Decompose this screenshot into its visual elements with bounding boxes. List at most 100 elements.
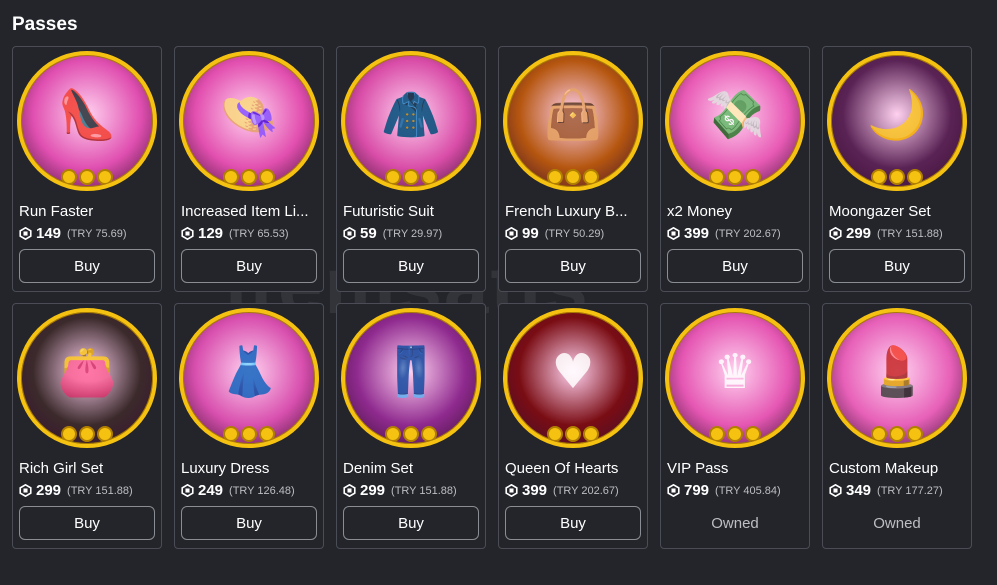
pass-name[interactable]: Futuristic Suit xyxy=(343,203,481,220)
pass-glyph: 👒 xyxy=(219,87,279,143)
makeup-face-icon[interactable]: 💄 xyxy=(827,308,967,448)
passes-grid: 👠 Run Faster 149 (TRY 75.69) Buy 👒 Increased I… xyxy=(12,46,972,549)
pass-name[interactable]: Rich Girl Set xyxy=(19,460,157,477)
pass-name[interactable]: Moongazer Set xyxy=(829,203,967,220)
pass-glyph: 👜 xyxy=(543,87,603,143)
robux-price: 299 xyxy=(360,482,386,499)
high-heel-icon[interactable]: 👠 xyxy=(17,51,157,191)
pass-name[interactable]: x2 Money xyxy=(667,203,805,220)
buy-button[interactable]: Buy xyxy=(343,506,479,540)
coin-badge-icon xyxy=(223,426,275,442)
pass-glyph: 👗 xyxy=(219,344,279,400)
local-price: (TRY 202.67) xyxy=(553,484,619,497)
buy-button[interactable]: Buy xyxy=(19,249,155,283)
hat-shirt-icon[interactable]: 👒 xyxy=(179,51,319,191)
pass-card[interactable]: 💄 Custom Makeup 349 (TRY 177.27) Owned xyxy=(822,303,972,549)
buy-button[interactable]: Buy xyxy=(343,249,479,283)
pass-name[interactable]: Run Faster xyxy=(19,203,157,220)
buy-button[interactable]: Buy xyxy=(667,249,803,283)
coin-icon xyxy=(745,169,761,185)
pass-name[interactable]: Custom Makeup xyxy=(829,460,967,477)
robux-price: 399 xyxy=(522,482,548,499)
robux-icon xyxy=(181,227,194,240)
coin-icon xyxy=(385,169,401,185)
pass-card[interactable]: 👖 Denim Set 299 (TRY 151.88) Buy xyxy=(336,303,486,549)
pass-card[interactable]: ♥ Queen Of Hearts 399 (TRY 202.67) Buy xyxy=(498,303,648,549)
coin-icon xyxy=(97,426,113,442)
pass-glyph: 💸 xyxy=(705,87,765,143)
suit-icon[interactable]: 🧥 xyxy=(341,51,481,191)
pass-card[interactable]: 👜 French Luxury B... 99 (TRY 50.29) Buy xyxy=(498,46,648,292)
pass-name[interactable]: Increased Item Li... xyxy=(181,203,319,220)
price-row: 799 (TRY 405.84) xyxy=(667,482,781,499)
buy-button[interactable]: Buy xyxy=(505,249,641,283)
coin-icon xyxy=(259,169,275,185)
coin-badge-icon xyxy=(61,169,113,185)
robux-icon xyxy=(19,227,32,240)
coin-badge-icon xyxy=(547,169,599,185)
robux-icon xyxy=(181,484,194,497)
robux-icon xyxy=(19,484,32,497)
coin-icon xyxy=(421,426,437,442)
coin-icon xyxy=(259,426,275,442)
vip-crown-icon[interactable]: ♛ xyxy=(665,308,805,448)
coin-icon xyxy=(403,169,419,185)
robux-icon xyxy=(505,484,518,497)
coin-icon xyxy=(547,169,563,185)
pass-glyph: 👠 xyxy=(57,87,117,143)
rich-outfit-icon[interactable]: 👛 xyxy=(17,308,157,448)
pass-card[interactable]: 🌙 Moongazer Set 299 (TRY 151.88) Buy xyxy=(822,46,972,292)
pass-name[interactable]: Denim Set xyxy=(343,460,481,477)
buy-button[interactable]: Buy xyxy=(829,249,965,283)
dress-icon[interactable]: 👗 xyxy=(179,308,319,448)
coin-badge-icon xyxy=(61,426,113,442)
coin-badge-icon xyxy=(547,426,599,442)
robux-icon xyxy=(829,227,842,240)
buy-button[interactable]: Buy xyxy=(181,506,317,540)
handbag-icon[interactable]: 👜 xyxy=(503,51,643,191)
robux-price: 99 xyxy=(522,225,539,242)
robux-price: 799 xyxy=(684,482,710,499)
coin-icon xyxy=(79,426,95,442)
buy-button[interactable]: Buy xyxy=(19,506,155,540)
robux-icon xyxy=(829,484,842,497)
coin-icon xyxy=(907,426,923,442)
robux-icon xyxy=(667,227,680,240)
coin-icon xyxy=(565,169,581,185)
coin-icon xyxy=(79,169,95,185)
price-row: 99 (TRY 50.29) xyxy=(505,225,604,242)
pass-name[interactable]: VIP Pass xyxy=(667,460,805,477)
coin-badge-icon xyxy=(385,426,437,442)
pass-card[interactable]: 👗 Luxury Dress 249 (TRY 126.48) Buy xyxy=(174,303,324,549)
buy-button[interactable]: Buy xyxy=(181,249,317,283)
pass-name[interactable]: Queen Of Hearts xyxy=(505,460,643,477)
price-row: 129 (TRY 65.53) xyxy=(181,225,289,242)
buy-button[interactable]: Buy xyxy=(505,506,641,540)
pass-card[interactable]: 👒 Increased Item Li... 129 (TRY 65.53) Buy xyxy=(174,46,324,292)
pass-glyph: 👛 xyxy=(57,344,117,400)
coin-icon xyxy=(583,426,599,442)
pass-name[interactable]: Luxury Dress xyxy=(181,460,319,477)
pass-name[interactable]: French Luxury B... xyxy=(505,203,643,220)
money-icon[interactable]: 💸 xyxy=(665,51,805,191)
local-price: (TRY 126.48) xyxy=(229,484,295,497)
pass-card[interactable]: 👛 Rich Girl Set 299 (TRY 151.88) Buy xyxy=(12,303,162,549)
pass-card[interactable]: 🧥 Futuristic Suit 59 (TRY 29.97) Buy xyxy=(336,46,486,292)
coin-badge-icon xyxy=(709,169,761,185)
pass-card[interactable]: ♛ VIP Pass 799 (TRY 405.84) Owned xyxy=(660,303,810,549)
coin-icon xyxy=(547,426,563,442)
pass-card[interactable]: 👠 Run Faster 149 (TRY 75.69) Buy xyxy=(12,46,162,292)
robux-price: 149 xyxy=(36,225,62,242)
moon-outfit-icon[interactable]: 🌙 xyxy=(827,51,967,191)
pass-glyph: 🌙 xyxy=(867,87,927,143)
coin-icon xyxy=(403,426,419,442)
robux-icon xyxy=(343,227,356,240)
price-row: 399 (TRY 202.67) xyxy=(505,482,619,499)
price-row: 399 (TRY 202.67) xyxy=(667,225,781,242)
denim-outfit-icon[interactable]: 👖 xyxy=(341,308,481,448)
coin-icon xyxy=(709,169,725,185)
heart-outfit-icon[interactable]: ♥ xyxy=(503,308,643,448)
coin-icon xyxy=(61,169,77,185)
pass-card[interactable]: 💸 x2 Money 399 (TRY 202.67) Buy xyxy=(660,46,810,292)
coin-icon xyxy=(61,426,77,442)
